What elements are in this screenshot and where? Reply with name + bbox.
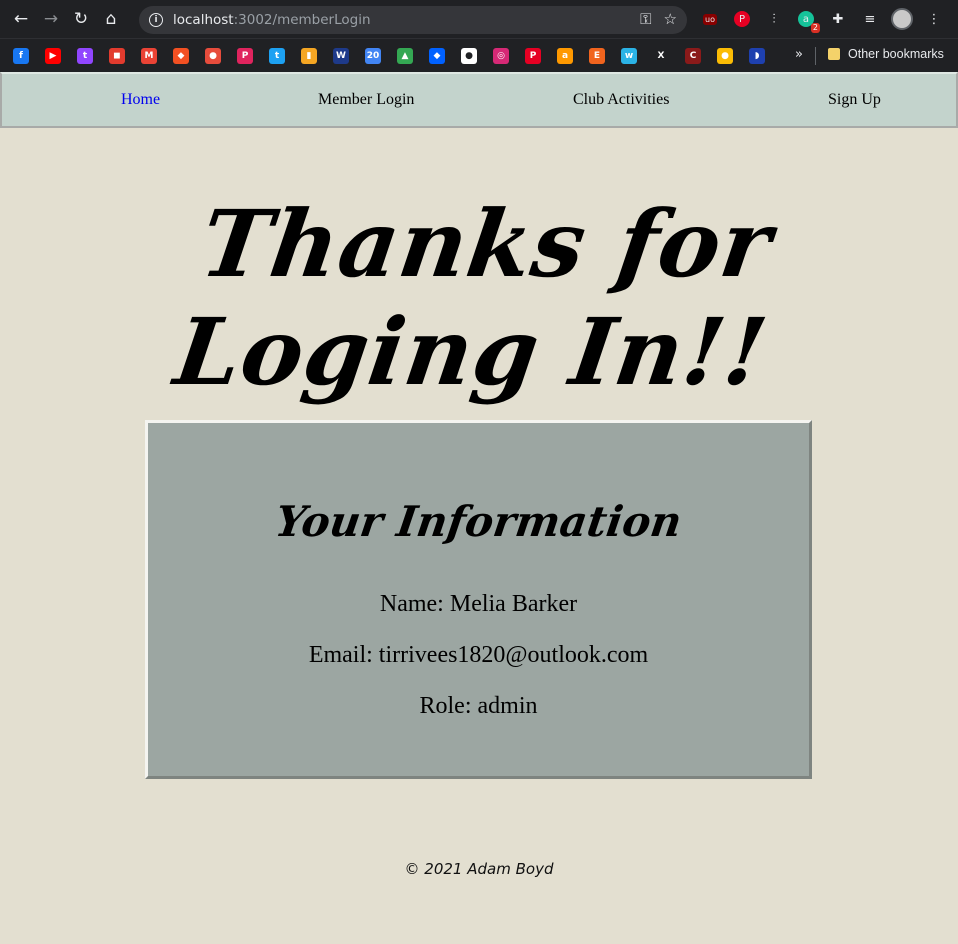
forward-icon[interactable]: → xyxy=(36,4,66,34)
github-bookmark-icon[interactable]: ● xyxy=(461,47,477,64)
media-queue-icon[interactable]: ≡ xyxy=(858,5,882,33)
home-icon[interactable]: ⌂ xyxy=(96,4,126,34)
bookmark-icon-20[interactable]: w xyxy=(621,47,637,64)
info-icon[interactable]: i xyxy=(149,13,163,27)
key-icon[interactable]: ⚿ xyxy=(640,10,651,28)
nav-club-activities-link[interactable]: Club Activities xyxy=(573,91,669,109)
puzzle-icon[interactable]: ✚ xyxy=(826,5,850,33)
extension-badge: 2 xyxy=(810,23,820,33)
other-bookmarks-button[interactable]: Other bookmarks xyxy=(828,47,944,61)
pinterest-icon[interactable]: P xyxy=(730,5,754,33)
tomato-bookmark-icon[interactable]: ● xyxy=(205,47,221,64)
footer-copyright: © 2021 Adam Boyd xyxy=(404,860,554,878)
profile-avatar[interactable] xyxy=(890,5,914,33)
bookmark-icon-10[interactable]: ▮ xyxy=(301,47,317,64)
equalizer-icon[interactable]: ⫶ xyxy=(762,5,786,33)
member-email: Email: tirrivees1820@outlook.com xyxy=(308,642,649,668)
star-icon[interactable]: ☆ xyxy=(664,10,677,28)
nav-home-link[interactable]: Home xyxy=(121,91,160,109)
folder-icon xyxy=(828,48,840,60)
bookmark-icon-4[interactable]: ◼ xyxy=(109,47,125,64)
browser-toolbar: ← → ↻ ⌂ i localhost:3002/memberLogin ⚿ ☆… xyxy=(0,0,958,38)
twitter-bookmark-icon[interactable]: t xyxy=(269,47,285,64)
site-nav: Home Member Login Club Activities Sign U… xyxy=(0,72,958,128)
pinterest-bookmark-icon[interactable]: P xyxy=(525,47,541,64)
back-icon[interactable]: ← xyxy=(6,4,36,34)
info-card: Your Information Name: Melia Barker Emai… xyxy=(145,420,812,779)
weather-bookmark-icon[interactable]: W xyxy=(333,47,349,64)
bookmarks-more-chevron[interactable]: » xyxy=(795,47,803,62)
etsy-bookmark-icon[interactable]: E xyxy=(589,47,605,64)
bookmark-icon-6[interactable]: ◆ xyxy=(173,47,189,64)
bookmark-icon-8[interactable]: P xyxy=(237,47,253,64)
url-host: localhost xyxy=(173,12,234,28)
avatar xyxy=(891,8,913,30)
youtube-bookmark-icon[interactable]: ▶ xyxy=(45,47,61,64)
member-name: Name: Melia Barker xyxy=(379,591,578,617)
bookmark-icon-22[interactable]: C xyxy=(685,47,701,64)
extensions-area: uo P ⫶ a2 ✚ ≡ ⋮ xyxy=(698,5,946,33)
twitch-bookmark-icon[interactable]: t xyxy=(77,47,93,64)
menu-dots-icon[interactable]: ⋮ xyxy=(922,5,946,33)
url-text: localhost:3002/memberLogin xyxy=(173,12,371,28)
nav-member-login-link[interactable]: Member Login xyxy=(318,91,414,109)
calendar-bookmark-icon[interactable]: 20 xyxy=(365,47,381,64)
grammarly-icon[interactable]: a2 xyxy=(794,5,820,33)
instagram-bookmark-icon[interactable]: ◎ xyxy=(493,47,509,64)
ublock-icon[interactable]: uo xyxy=(698,5,722,33)
amazon-bookmark-icon[interactable]: a xyxy=(557,47,573,64)
reload-icon[interactable]: ↻ xyxy=(66,4,96,34)
member-role: Role: admin xyxy=(419,693,538,719)
bookmarks-bar: f ▶ t ◼ M ◆ ● Pt ▮ W 20 ▲ ◆ ● ◎ Pa Ew X C ● ◗ » Other bookmark… xyxy=(0,38,958,72)
chrome-bookmark-icon[interactable]: ● xyxy=(717,47,733,64)
facebook-bookmark-icon[interactable]: f xyxy=(13,47,29,64)
dropbox-bookmark-icon[interactable]: ◆ xyxy=(429,47,445,64)
url-path: :3002/memberLogin xyxy=(233,12,371,28)
other-bookmarks-label: Other bookmarks xyxy=(848,47,944,61)
x-bookmark-icon[interactable]: X xyxy=(653,47,669,64)
bookmarks-separator xyxy=(815,47,816,65)
address-bar[interactable]: i localhost:3002/memberLogin ⚿ ☆ xyxy=(139,6,687,34)
page-title: Thanks for Loging In!! xyxy=(168,190,779,406)
drive-bookmark-icon[interactable]: ▲ xyxy=(397,47,413,64)
nav-sign-up-link[interactable]: Sign Up xyxy=(828,91,881,109)
gmail-bookmark-icon[interactable]: M xyxy=(141,47,157,64)
card-title: Your Information xyxy=(272,497,685,546)
bookmark-icon-24[interactable]: ◗ xyxy=(749,47,765,64)
